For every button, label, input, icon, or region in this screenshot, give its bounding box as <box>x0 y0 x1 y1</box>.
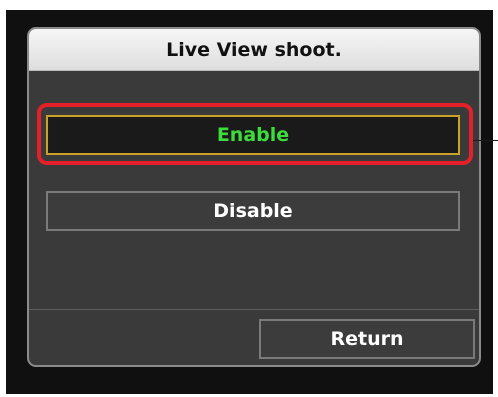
live-view-shoot-dialog: Live View shoot. Enable Disable Return <box>27 27 481 367</box>
highlight-annotation-ring <box>37 103 473 165</box>
screenshot: Live View shoot. Enable Disable Return <box>0 0 498 397</box>
return-button[interactable]: Return <box>259 319 475 359</box>
callout-line <box>473 140 498 141</box>
footer-divider <box>29 309 479 310</box>
dialog-title: Live View shoot. <box>29 29 479 71</box>
disable-button[interactable]: Disable <box>46 191 460 231</box>
